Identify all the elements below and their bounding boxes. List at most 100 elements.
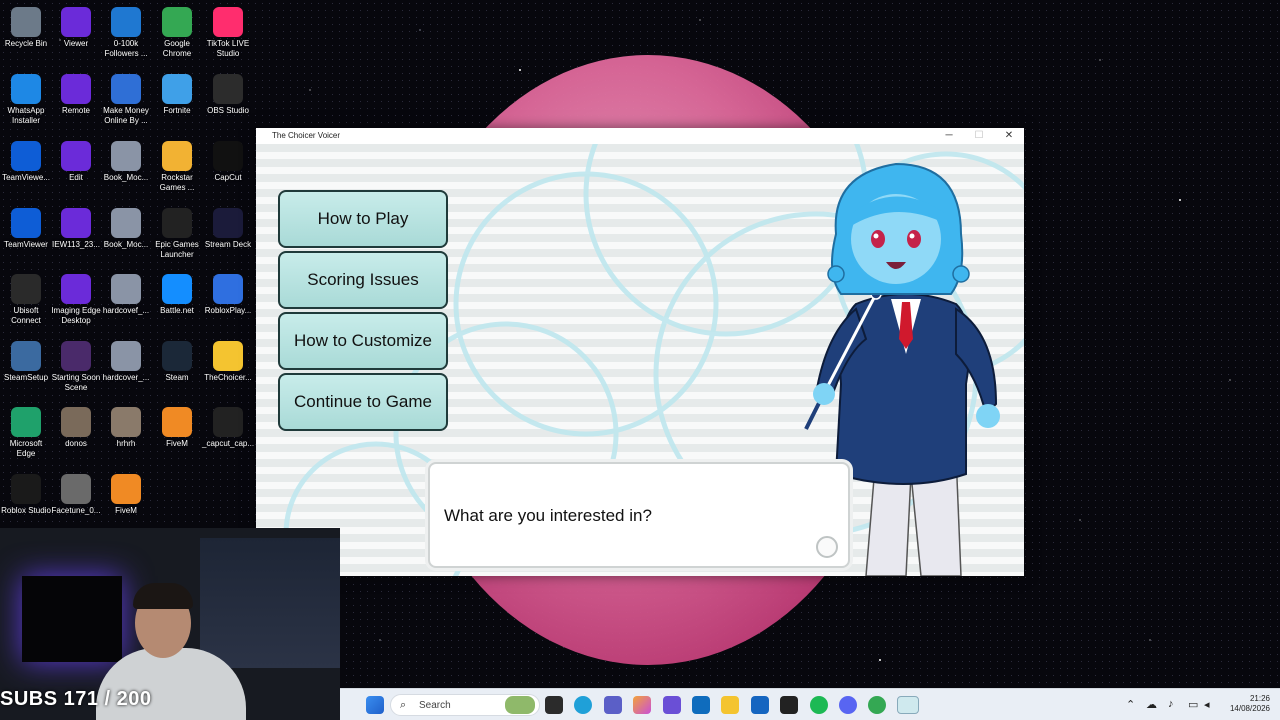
title-bar[interactable]: The Choicer Voicer ─ ☐ ✕ xyxy=(256,128,1024,144)
desktop-icon-label: Starting Soon Scene xyxy=(51,373,101,392)
desktop-icon[interactable]: Remote xyxy=(50,70,102,116)
desktop-icon-label: 0-100k Followers ... xyxy=(104,39,148,58)
desktop-icon[interactable]: hardcovef_... xyxy=(100,270,152,316)
fivem-icon xyxy=(162,407,192,437)
chrome-taskbar-icon[interactable] xyxy=(868,696,886,714)
photo-icon xyxy=(61,474,91,504)
desktop-icon[interactable]: donos xyxy=(50,403,102,449)
task-view-icon[interactable] xyxy=(545,696,563,714)
desktop-icon-label: Ubisoft Connect xyxy=(11,306,41,325)
spotify-taskbar-icon[interactable] xyxy=(810,696,828,714)
dialog-box[interactable]: What are you interested in? xyxy=(428,462,850,568)
tray-chevron-icon[interactable]: ⌃ xyxy=(1126,698,1135,711)
desktop-icon[interactable]: WhatsApp Installer xyxy=(0,70,52,126)
how-to-customize-button[interactable]: How to Customize xyxy=(278,312,448,370)
desktop-icon-label: TikTok LIVE Studio xyxy=(206,39,250,58)
clock[interactable]: 21:26 14/08/2026 xyxy=(1220,694,1270,714)
desktop-icon[interactable]: RobloxPlay... xyxy=(202,270,254,316)
desktop-icon[interactable]: Imaging Edge Desktop xyxy=(50,270,102,326)
clock-time: 21:26 xyxy=(1249,694,1270,703)
edge-taskbar-icon[interactable] xyxy=(574,696,592,714)
desktop-icon-label: IEW113_23... xyxy=(52,240,100,249)
desktop-icon[interactable]: hrhrh xyxy=(100,403,152,449)
download-icon xyxy=(11,74,41,104)
scoring-issues-button[interactable]: Scoring Issues xyxy=(278,251,448,309)
desktop-icon[interactable]: Book_Moc... xyxy=(100,204,152,250)
desktop-icon-label: Make Money Online By ... xyxy=(103,106,149,125)
desktop-icon-label: Remote xyxy=(61,106,90,115)
obs-taskbar-icon[interactable] xyxy=(780,696,798,714)
iew-icon xyxy=(61,208,91,238)
cloud-icon[interactable]: ☁ xyxy=(1146,698,1157,711)
how-to-play-button[interactable]: How to Play xyxy=(278,190,448,248)
desktop-icon[interactable]: _capcut_cap... xyxy=(202,403,254,449)
volume-icon[interactable]: ◂ xyxy=(1204,698,1210,711)
dialog-text: What are you interested in? xyxy=(444,506,652,525)
desktop-icon[interactable]: IEW113_23... xyxy=(50,204,102,250)
desktop-icon[interactable]: Epic Games Launcher xyxy=(151,204,203,260)
desktop-icon[interactable]: 0-100k Followers ... xyxy=(100,3,152,59)
choicer-voicer-taskbar-icon[interactable] xyxy=(897,696,919,714)
desktop-icon[interactable]: hardcover_... xyxy=(100,337,152,383)
desktop-icon[interactable]: Starting Soon Scene xyxy=(50,337,102,393)
close-button[interactable]: ✕ xyxy=(994,128,1024,144)
rockstar-icon xyxy=(162,141,192,171)
dialog-advance-icon[interactable] xyxy=(816,536,838,558)
desktop-icon[interactable]: Ubisoft Connect xyxy=(0,270,52,326)
image-file-icon xyxy=(111,274,141,304)
document-icon xyxy=(111,7,141,37)
desktop-icon[interactable]: Viewer xyxy=(50,3,102,49)
folder-icon xyxy=(213,341,243,371)
iedt-icon xyxy=(61,74,91,104)
desktop-icon[interactable]: Stream Deck xyxy=(202,204,254,250)
desktop-icon[interactable]: OBS Studio xyxy=(202,70,254,116)
desktop-icon[interactable]: Fortnite xyxy=(151,70,203,116)
store-taskbar-icon[interactable] xyxy=(751,696,769,714)
desktop-icon[interactable]: Recycle Bin xyxy=(0,3,52,49)
desktop-icon[interactable]: FiveM xyxy=(100,470,152,516)
ubisoft-icon xyxy=(11,274,41,304)
desktop-icon[interactable]: SteamSetup xyxy=(0,337,52,383)
desktop-icon[interactable]: Roblox Studio xyxy=(0,470,52,516)
desktop-icon[interactable]: TeamViewer xyxy=(0,204,52,250)
desktop-icon[interactable]: FiveM xyxy=(151,403,203,449)
desktop-icon[interactable]: CapCut xyxy=(202,137,254,183)
desktop-icon[interactable]: Battle.net xyxy=(151,270,203,316)
app-taskbar-icon[interactable] xyxy=(663,696,681,714)
network-icon[interactable]: ▭ xyxy=(1188,698,1198,711)
desktop-icon-label: Book_Moc... xyxy=(103,240,149,249)
desktop-icon[interactable]: Google Chrome xyxy=(151,3,203,59)
subscriber-goal: SUBS 171 / 200 xyxy=(0,688,152,710)
desktop-icon[interactable]: Rockstar Games ... xyxy=(151,137,203,193)
start-button-icon[interactable] xyxy=(366,696,384,714)
desktop-icon[interactable]: TikTok LIVE Studio xyxy=(202,3,254,59)
room-window xyxy=(200,538,340,668)
widgets-icon[interactable] xyxy=(505,696,535,714)
minimize-button[interactable]: ─ xyxy=(934,128,964,144)
file-explorer-taskbar-icon[interactable] xyxy=(721,696,739,714)
window-title: The Choicer Voicer xyxy=(272,131,341,140)
desktop-icon[interactable]: TeamViewe... xyxy=(0,137,52,183)
teams-taskbar-icon[interactable] xyxy=(604,696,622,714)
fortnite-icon xyxy=(162,74,192,104)
desktop-icon[interactable]: Facetune_0... xyxy=(50,470,102,516)
roblox-icon xyxy=(213,274,243,304)
copilot-taskbar-icon[interactable] xyxy=(633,696,651,714)
microphone-icon[interactable]: ♪ xyxy=(1168,698,1174,710)
desktop-icon-label: Roblox Studio xyxy=(1,506,51,515)
desktop-icon-label: Google Chrome xyxy=(162,39,192,58)
desktop-icon-label: Fortnite xyxy=(163,106,191,115)
outlook-taskbar-icon[interactable] xyxy=(692,696,710,714)
desktop-icon[interactable]: Book_Moc... xyxy=(100,137,152,183)
desktop-icon-label: hrhrh xyxy=(116,439,136,448)
desktop-icon[interactable]: Make Money Online By ... xyxy=(100,70,152,126)
continue-to-game-button[interactable]: Continue to Game xyxy=(278,373,448,431)
desktop-icon[interactable]: Edit xyxy=(50,137,102,183)
taskbar: ⌕ Search ⌃ ☁ ♪ ▭ ◂ 21:26 14/08/2026 xyxy=(340,688,1280,720)
discord-taskbar-icon[interactable] xyxy=(839,696,857,714)
desktop-icon[interactable]: Microsoft Edge xyxy=(0,403,52,459)
desktop-icon[interactable]: Steam xyxy=(151,337,203,383)
desktop-icon[interactable]: TheChoicer... xyxy=(202,337,254,383)
photo-icon xyxy=(61,407,91,437)
maximize-button[interactable]: ☐ xyxy=(964,128,994,144)
